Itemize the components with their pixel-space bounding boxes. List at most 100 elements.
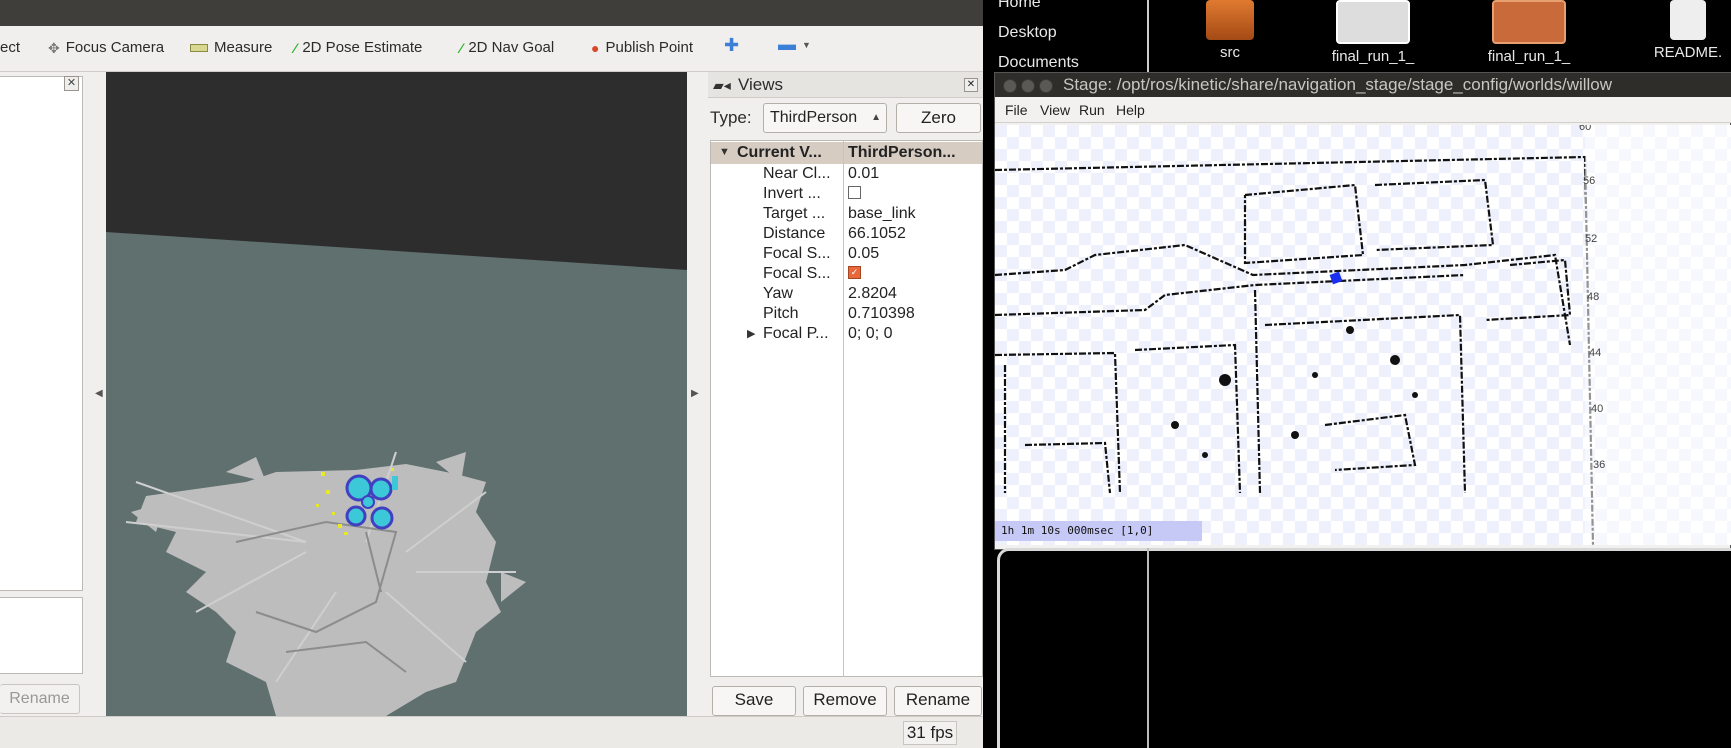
column-divider[interactable] [843,140,844,677]
collapse-triangle-icon[interactable]: ▼ [719,146,730,158]
close-window-icon[interactable] [1003,79,1017,93]
property-row-focal-shape-fixed[interactable]: Focal S... ✓ [711,263,982,285]
stage-titlebar: Stage: /opt/ros/kinetic/share/navigation… [995,73,1731,97]
remove-tool-button[interactable]: ▬ ▼ [778,34,811,55]
desktop-icon-src[interactable]: src [1198,0,1262,61]
focus-camera-label: Focus Camera [65,39,165,56]
minimize-window-icon[interactable] [1021,79,1035,93]
desktop-icon-final-run-2[interactable]: final_run_1_ [1479,0,1579,65]
desktop: Home Desktop Documents src final_run_1_ … [983,0,1731,748]
view-type-select[interactable]: ThirdPerson ▲▼ [763,103,887,151]
sidebar-item-desktop[interactable]: Desktop [998,24,1057,42]
menu-file[interactable]: File [1005,102,1028,118]
property-row-focal-point[interactable]: ▶ Focal P... 0; 0; 0 [711,323,982,345]
fps-indicator: 31 fps [903,721,957,745]
chevron-down-icon: ▼ [802,39,811,50]
property-row-target-frame[interactable]: Target ... base_link [711,203,982,225]
collapse-right-arrow-icon[interactable]: ▶ [691,388,699,399]
green-arrow-icon: ⁄ [294,39,297,56]
menu-run[interactable]: Run [1079,102,1105,118]
display-description [0,597,83,674]
focal-shape-checkbox[interactable]: ✓ [848,266,861,280]
image-thumbnail-icon [1492,0,1566,44]
y-tick-label: 48 [1587,291,1600,303]
add-tool-button[interactable]: ✚ [724,35,739,56]
maximize-window-icon[interactable] [1039,79,1053,93]
desktop-icon-final-run-1[interactable]: final_run_1_ [1323,0,1423,65]
pose-estimate-tool[interactable]: ⁄ 2D Pose Estimate [294,39,422,56]
property-value[interactable]: 66.1052 [848,225,980,243]
property-row-pitch[interactable]: Pitch 0.710398 [711,303,982,325]
property-row-yaw[interactable]: Yaw 2.8204 [711,283,982,305]
stage-menubar: File View Run Help [995,97,1731,123]
property-value[interactable]: 0.01 [848,165,980,183]
property-row-distance[interactable]: Distance 66.1052 [711,223,982,245]
property-key: Target ... [763,205,826,222]
stage-map-canvas[interactable]: 60 56 52 48 44 40 36 [995,125,1731,545]
publish-point-label: Publish Point [605,39,694,56]
sidebar-item-documents[interactable]: Documents [998,54,1079,72]
expand-triangle-icon[interactable]: ▶ [747,327,755,340]
divider [1147,548,1149,748]
desktop-icon-label: README. [1653,44,1723,61]
property-key: Invert ... [763,185,821,202]
current-view-row[interactable]: ▼ Current V... ThirdPerson... [711,142,982,164]
measure-tool[interactable]: Measure [190,39,272,56]
status-bar: 31 fps [0,716,983,748]
property-value[interactable]: 0.710398 [848,305,980,323]
property-value[interactable]: 0.05 [848,245,980,263]
divider [1147,0,1149,72]
select-tool[interactable]: ect [0,39,20,56]
nav-goal-tool[interactable]: ⁄ 2D Nav Goal [460,39,554,56]
image-thumbnail-icon [1336,0,1410,44]
property-row-focal-shape-size[interactable]: Focal S... 0.05 [711,243,982,265]
crosshair-icon: ✥ [48,39,60,56]
property-key: Current V... [737,144,822,161]
plus-icon: ✚ [724,35,740,55]
property-value[interactable]: base_link [848,205,980,223]
property-value[interactable]: 2.8204 [848,285,980,303]
desktop-icon-label: final_run_1_ [1487,48,1571,65]
desktop-icon-label: src [1220,44,1240,61]
remove-view-button[interactable]: Remove [803,686,887,716]
collapse-left-arrow-icon[interactable]: ◀ [95,388,103,399]
3d-scene [106,72,687,716]
pose-estimate-label: 2D Pose Estimate [302,39,423,56]
zero-button[interactable]: Zero [896,103,981,133]
property-key: Focal P... [763,325,829,342]
property-row-near-clip[interactable]: Near Cl... 0.01 [711,163,982,185]
y-tick-label: 56 [1583,175,1596,187]
y-tick-label: 52 [1585,233,1598,245]
property-key: Pitch [763,305,799,322]
close-icon[interactable]: ✕ [64,76,79,91]
save-view-button[interactable]: Save [712,686,796,716]
sidebar-item-home[interactable]: Home [998,0,1041,12]
property-key: Focal S... [763,265,831,282]
rename-view-button[interactable]: Rename [894,686,982,716]
text-file-icon [1670,0,1706,40]
menu-view[interactable]: View [1040,102,1070,118]
focus-camera-tool[interactable]: ✥ Focus Camera [48,39,164,56]
views-panel-title: Views [738,75,784,94]
view-type-value: ThirdPerson [770,109,858,126]
view-properties-tree: ▼ Current V... ThirdPerson... Near Cl...… [710,140,983,677]
publish-point-tool[interactable]: ● Publish Point [591,39,693,56]
stage-floorplan [995,125,1731,545]
y-tick-label: 60 [1579,125,1592,133]
y-tick-label: 36 [1593,459,1606,471]
property-key: Focal S... [763,245,831,262]
3d-render-view[interactable] [106,72,687,716]
close-icon[interactable]: ✕ [964,78,978,92]
rename-display-button[interactable]: Rename [0,684,80,714]
camera-icon: ▰◂ [713,77,731,93]
nav-goal-label: 2D Nav Goal [468,39,555,56]
minus-icon: ▬ [778,34,796,54]
menu-help[interactable]: Help [1116,102,1145,118]
stage-clock-status: 1h 1m 10s 000msec [1,0] [995,521,1202,541]
invert-checkbox[interactable] [848,186,861,200]
property-value[interactable]: 0; 0; 0 [848,325,980,343]
rviz-toolbar: ect ✥ Focus Camera Measure ⁄ 2D Pose Est… [0,26,983,72]
desktop-icon-readme[interactable]: README. [1643,0,1731,61]
displays-list[interactable] [0,76,83,591]
property-row-invert[interactable]: Invert ... [711,183,982,205]
